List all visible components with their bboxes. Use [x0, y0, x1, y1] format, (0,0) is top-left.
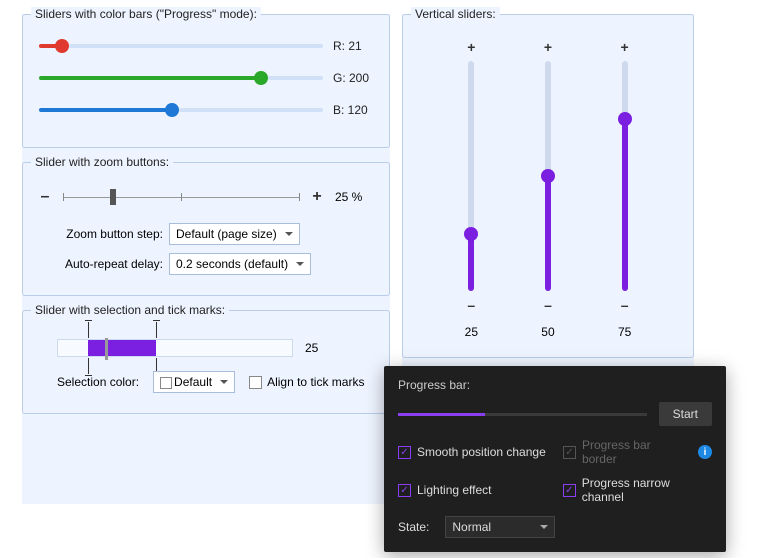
vertical-slider[interactable]	[468, 61, 474, 291]
progress-border-checkbox[interactable]: ✓ Progress bar border i	[563, 438, 712, 466]
checkbox-icon: ✓	[563, 484, 576, 497]
zoom-slider[interactable]	[63, 187, 299, 207]
selection-color-label: Selection color:	[57, 375, 139, 389]
lighting-effect-checkbox[interactable]: ✓ Lighting effect	[398, 483, 547, 497]
state-combo[interactable]: Normal	[445, 516, 555, 538]
slider-thumb[interactable]	[541, 169, 555, 183]
auto-repeat-label: Auto-repeat delay:	[63, 257, 163, 271]
zoom-slider-thumb[interactable]	[110, 189, 116, 205]
color-slider[interactable]	[39, 39, 323, 53]
vertical-slider[interactable]	[622, 61, 628, 291]
zoom-step-combo[interactable]: Default (page size)	[169, 223, 300, 245]
group-vertical-sliders: Vertical sliders: +–25+–50+–75	[402, 14, 694, 358]
checkbox-icon	[249, 376, 262, 389]
state-label: State:	[398, 520, 429, 534]
vslider-value: 25	[465, 325, 478, 339]
vslider-value: 75	[618, 325, 631, 339]
vslider-minus-button[interactable]: –	[621, 297, 629, 313]
progress-bar-panel: Progress bar: Start ✓ Smooth position ch…	[384, 366, 726, 552]
vslider-plus-button[interactable]: +	[544, 39, 552, 55]
color-slider-value: B: 120	[333, 103, 373, 117]
progress-bar	[398, 413, 647, 416]
vslider-minus-button[interactable]: –	[544, 297, 552, 313]
slider-thumb[interactable]	[618, 112, 632, 126]
tick-slider-value: 25	[305, 341, 318, 355]
slider-thumb[interactable]	[464, 227, 478, 241]
vslider-value: 50	[541, 325, 554, 339]
group-title: Sliders with color bars ("Progress" mode…	[31, 7, 261, 21]
progress-bar-title: Progress bar:	[398, 378, 712, 392]
group-color-sliders: Sliders with color bars ("Progress" mode…	[22, 14, 390, 148]
info-icon[interactable]: i	[698, 445, 712, 459]
tick-slider-thumb[interactable]	[105, 338, 108, 360]
color-slider-value: R: 21	[333, 39, 373, 53]
align-tickmarks-checkbox[interactable]: Align to tick marks	[249, 375, 364, 389]
start-button[interactable]: Start	[659, 402, 712, 426]
narrow-channel-checkbox[interactable]: ✓ Progress narrow channel	[563, 476, 712, 504]
zoom-value: 25 %	[335, 190, 375, 204]
checkbox-icon: ✓	[563, 446, 576, 459]
checkbox-icon: ✓	[398, 446, 411, 459]
checkbox-icon: ✓	[398, 484, 411, 497]
zoom-in-button[interactable]: +	[309, 188, 325, 206]
color-slider-value: G: 200	[333, 71, 373, 85]
slider-thumb[interactable]	[254, 71, 268, 85]
auto-repeat-combo[interactable]: 0.2 seconds (default)	[169, 253, 311, 275]
slider-thumb[interactable]	[165, 103, 179, 117]
smooth-position-checkbox[interactable]: ✓ Smooth position change	[398, 445, 547, 459]
group-title: Vertical sliders:	[411, 7, 500, 21]
color-slider[interactable]	[39, 71, 323, 85]
vslider-plus-button[interactable]: +	[467, 39, 475, 55]
vslider-minus-button[interactable]: –	[467, 297, 475, 313]
group-zoom-slider: Slider with zoom buttons: – + 25 % Zoom …	[22, 162, 390, 296]
vslider-plus-button[interactable]: +	[621, 39, 629, 55]
color-slider[interactable]	[39, 103, 323, 117]
group-title: Slider with selection and tick marks:	[31, 303, 229, 317]
zoom-step-label: Zoom button step:	[63, 227, 163, 241]
vertical-slider[interactable]	[545, 61, 551, 291]
group-tick-slider: Slider with selection and tick marks: 25…	[22, 310, 390, 414]
slider-thumb[interactable]	[55, 39, 69, 53]
selection-color-combo[interactable]: Default	[153, 371, 235, 393]
zoom-out-button[interactable]: –	[37, 188, 53, 206]
tick-slider[interactable]	[57, 339, 293, 357]
group-title: Slider with zoom buttons:	[31, 155, 173, 169]
